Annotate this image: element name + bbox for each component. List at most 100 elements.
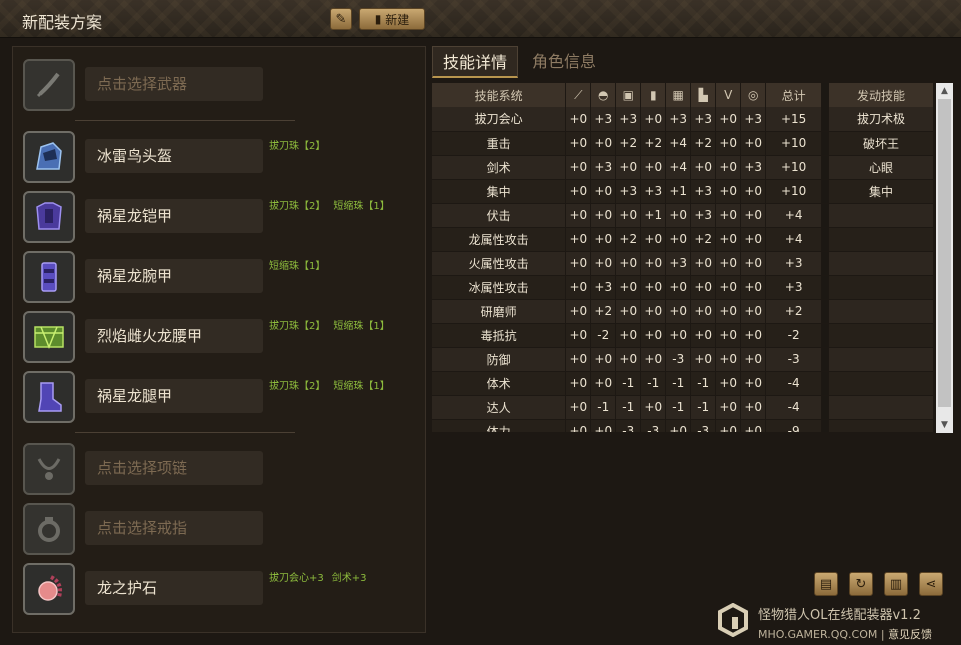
save-button[interactable]: ▤ (814, 572, 838, 596)
ring-slot-icon[interactable] (23, 503, 75, 555)
table-row: 体力 +0 +0 -3 -3 +0 -3 +0 +0 -9 (432, 419, 934, 432)
brand-url[interactable]: MHO.GAMER.QQ.COM (758, 628, 877, 641)
slot-name[interactable]: 烈焰雌火龙腰甲 (85, 319, 263, 353)
decoration-tag: 剑术+3 (331, 573, 367, 584)
skill-value-cell: +0 (690, 323, 717, 348)
skill-value-cell: +3 (590, 155, 617, 180)
skill-value-cell: +0 (665, 323, 692, 348)
active-skill-cell (828, 203, 934, 228)
skill-total-cell: -4 (765, 395, 823, 420)
equipment-slot[interactable]: 点击选择项链 (23, 443, 413, 495)
active-skill-cell (828, 275, 934, 300)
equipment-slot[interactable]: 祸星龙腕甲 短缩珠【1】 (23, 251, 413, 303)
skill-value-cell: +0 (615, 347, 642, 372)
table-row: 剑术 +0 +3 +0 +0 +4 +0 +0 +3 +10 心眼 (432, 155, 934, 180)
skill-value-cell: +0 (690, 155, 717, 180)
skill-value-cell: +2 (690, 131, 717, 156)
skill-value-cell: +0 (615, 155, 642, 180)
slot-name[interactable]: 点击选择项链 (85, 451, 263, 485)
slot-name[interactable]: 祸星龙铠甲 (85, 199, 263, 233)
table-row: 研磨师 +0 +2 +0 +0 +0 +0 +0 +0 +2 (432, 299, 934, 324)
table-row: 火属性攻击 +0 +0 +0 +0 +3 +0 +0 +0 +3 (432, 251, 934, 276)
equipment-slot[interactable]: 点击选择戒指 (23, 503, 413, 555)
equipment-slot[interactable]: 冰雷鸟头盔 拔刀珠【2】 (23, 131, 413, 183)
skill-value-cell: +0 (590, 419, 617, 432)
brand-url-line: MHO.GAMER.QQ.COM | 意见反馈 (758, 628, 933, 641)
waist-armor-icon[interactable] (23, 311, 75, 363)
skill-value-cell: +0 (590, 347, 617, 372)
skill-total-cell: +10 (765, 155, 823, 180)
skill-value-cell: +0 (740, 203, 767, 228)
table-scrollbar[interactable]: ▲ ▼ (936, 83, 953, 433)
share-button[interactable]: ⋖ (919, 572, 943, 596)
necklace-slot-icon[interactable] (23, 443, 75, 495)
skill-value-cell: +0 (590, 371, 617, 396)
new-plan-button[interactable]: ▮ 新建 (359, 8, 425, 30)
slot-name[interactable]: 点击选择戒指 (85, 511, 263, 545)
skill-value-cell: +0 (715, 131, 742, 156)
scroll-up-icon[interactable]: ▲ (936, 83, 953, 99)
talisman-icon[interactable] (23, 563, 75, 615)
skill-value-cell: +3 (590, 107, 617, 132)
skill-value-cell: +0 (640, 155, 667, 180)
slot-name[interactable]: 点击选择武器 (85, 67, 263, 101)
skill-total-cell: +10 (765, 131, 823, 156)
edit-title-button[interactable]: ✎ (330, 8, 352, 30)
slot-name[interactable]: 祸星龙腕甲 (85, 259, 263, 293)
column-gap (821, 275, 830, 300)
slot-name[interactable]: 龙之护石 (85, 571, 263, 605)
skill-value-cell: +0 (690, 251, 717, 276)
skill-value-cell: +0 (640, 299, 667, 324)
skill-total-cell: -9 (765, 419, 823, 432)
skill-value-cell: +0 (740, 371, 767, 396)
scroll-thumb[interactable] (938, 99, 951, 407)
arm-armor-icon[interactable] (23, 251, 75, 303)
column-gap (821, 203, 830, 228)
skill-value-cell: -3 (615, 419, 642, 432)
skill-name-cell: 伏击 (432, 203, 567, 228)
slot-name[interactable]: 冰雷鸟头盔 (85, 139, 263, 173)
skill-value-cell: +0 (565, 155, 592, 180)
skill-value-cell: -1 (615, 395, 642, 420)
decoration-tag: 短缩珠【1】 (333, 321, 390, 332)
skill-value-cell: +0 (715, 395, 742, 420)
delete-button[interactable]: ▥ (884, 572, 908, 596)
skill-value-cell: +0 (590, 179, 617, 204)
skill-value-cell: +0 (715, 323, 742, 348)
equipment-slot[interactable]: 龙之护石 拔刀会心+3 剑术+3 (23, 563, 413, 615)
equipment-slot[interactable]: 点击选择武器 (23, 59, 413, 111)
slot-decorations: 拔刀会心+3 剑术+3 (269, 569, 375, 584)
equipment-slot[interactable]: 烈焰雌火龙腰甲 拔刀珠【2】 短缩珠【1】 (23, 311, 413, 363)
skill-value-cell: +0 (565, 227, 592, 252)
skill-name-cell: 拔刀会心 (432, 107, 567, 132)
equipment-slot[interactable]: 祸星龙铠甲 拔刀珠【2】 短缩珠【1】 (23, 191, 413, 243)
helmet-icon[interactable] (23, 131, 75, 183)
feedback-link[interactable]: 意见反馈 (888, 628, 932, 641)
chest-armor-icon[interactable] (23, 191, 75, 243)
skill-value-cell: +0 (740, 395, 767, 420)
skill-value-cell: +0 (715, 299, 742, 324)
table-row: 拔刀会心 +0 +3 +3 +0 +3 +3 +0 +3 +15 拔刀术极 (432, 107, 934, 132)
tab-character-info[interactable]: 角色信息 (522, 46, 606, 78)
header-skill-system: 技能系统 (432, 83, 567, 107)
skill-value-cell: +2 (615, 131, 642, 156)
decoration-tag: 拔刀珠【2】 (269, 381, 326, 392)
tab-skill-details[interactable]: 技能详情 (432, 46, 519, 78)
chest-col-icon: ▣ (615, 83, 642, 107)
delete-icon: ▥ (889, 576, 903, 592)
skill-value-cell: +0 (565, 179, 592, 204)
skill-value-cell: -1 (690, 395, 717, 420)
skill-value-cell: +0 (615, 299, 642, 324)
equipment-slot[interactable]: 祸星龙腿甲 拔刀珠【2】 短缩珠【1】 (23, 371, 413, 423)
ring-col-icon: ◎ (740, 83, 767, 107)
weapon-slot-icon[interactable] (23, 59, 75, 111)
skill-value-cell: +2 (615, 227, 642, 252)
slot-name[interactable]: 祸星龙腿甲 (85, 379, 263, 413)
refresh-button[interactable]: ↻ (849, 572, 873, 596)
scroll-down-icon[interactable]: ▼ (936, 417, 953, 433)
column-gap (821, 83, 830, 107)
skill-value-cell: +0 (665, 299, 692, 324)
leg-armor-icon[interactable] (23, 371, 75, 423)
skill-name-cell: 冰属性攻击 (432, 275, 567, 300)
top-bar: 新配装方案 ✎ ▮ 新建 (0, 0, 961, 38)
